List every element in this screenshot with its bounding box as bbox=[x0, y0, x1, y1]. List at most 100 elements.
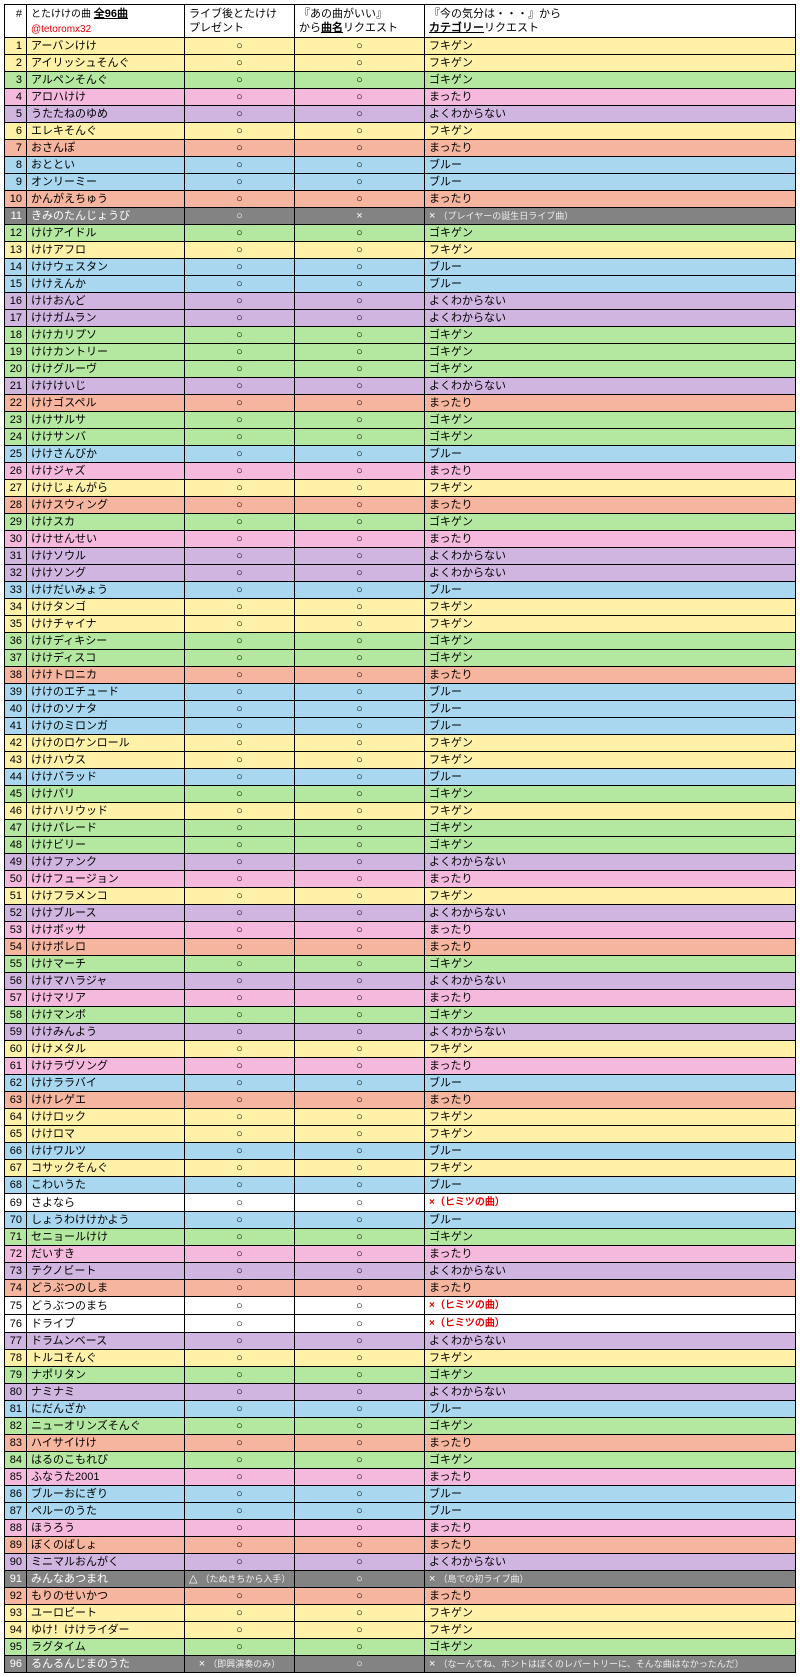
table-row: 83ハイサイけけ○○まったり bbox=[5, 1435, 796, 1452]
cell-song: けけロック bbox=[27, 1109, 185, 1126]
cell-num: 9 bbox=[5, 174, 27, 191]
cell-present: ○ bbox=[185, 1075, 295, 1092]
table-row: 79ナポリタン○○ゴキゲン bbox=[5, 1367, 796, 1384]
cell-num: 48 bbox=[5, 837, 27, 854]
cell-present: ○ bbox=[185, 752, 295, 769]
cell-category: ゴキゲン bbox=[425, 1367, 796, 1384]
cell-request: ○ bbox=[295, 1622, 425, 1639]
cell-present: ○ bbox=[185, 1177, 295, 1194]
cell-request: ○ bbox=[295, 38, 425, 55]
cell-num: 53 bbox=[5, 922, 27, 939]
header-author: @tetoromx32 bbox=[31, 24, 91, 35]
table-row: 43けけハウス○○フキゲン bbox=[5, 752, 796, 769]
cell-num: 91 bbox=[5, 1571, 27, 1588]
cell-present: ○ bbox=[185, 1622, 295, 1639]
table-row: 21けけけいじ○○よくわからない bbox=[5, 378, 796, 395]
cell-present: ○ bbox=[185, 582, 295, 599]
cell-num: 71 bbox=[5, 1229, 27, 1246]
header-req-l2b: 曲名 bbox=[321, 22, 343, 34]
cell-present: ○ bbox=[185, 616, 295, 633]
header-present: ライブ後とたけけ プレゼント bbox=[185, 5, 295, 38]
cell-song: けけビリー bbox=[27, 837, 185, 854]
cell-song: けけアイドル bbox=[27, 225, 185, 242]
cell-request: ○ bbox=[295, 667, 425, 684]
cell-num: 88 bbox=[5, 1520, 27, 1537]
cell-request: ○ bbox=[295, 769, 425, 786]
table-row: 85ふなうた2001○○まったり bbox=[5, 1469, 796, 1486]
cell-present: ○ bbox=[185, 1194, 295, 1212]
cell-song: ドラムンベース bbox=[27, 1333, 185, 1350]
cell-present: ○ bbox=[185, 973, 295, 990]
cell-request: ○ bbox=[295, 735, 425, 752]
cell-request: ○ bbox=[295, 72, 425, 89]
cell-song: けけだいみょう bbox=[27, 582, 185, 599]
cell-category: まったり bbox=[425, 922, 796, 939]
table-row: 29けけスカ○○ゴキゲン bbox=[5, 514, 796, 531]
cell-present-note: （即興演奏のみ） bbox=[208, 1659, 280, 1669]
cell-num: 16 bbox=[5, 293, 27, 310]
table-row: 72だいすき○○まったり bbox=[5, 1246, 796, 1263]
cell-category: まったり bbox=[425, 939, 796, 956]
cell-num: 70 bbox=[5, 1212, 27, 1229]
cell-category: まったり bbox=[425, 667, 796, 684]
table-row: 37けけディスコ○○ゴキゲン bbox=[5, 650, 796, 667]
cell-song: おさんぽ bbox=[27, 140, 185, 157]
cell-request: × bbox=[295, 208, 425, 225]
table-row: 91みんなあつまれ△ （たぬきちから入手）○× （島での初ライブ曲） bbox=[5, 1571, 796, 1588]
cell-present: ○ bbox=[185, 684, 295, 701]
cell-request: ○ bbox=[295, 1401, 425, 1418]
cell-request: ○ bbox=[295, 310, 425, 327]
cell-song: けけのミロンガ bbox=[27, 718, 185, 735]
cell-request: ○ bbox=[295, 514, 425, 531]
cell-present: ○ bbox=[185, 361, 295, 378]
table-row: 66けけワルツ○○ブルー bbox=[5, 1143, 796, 1160]
table-row: 16けけおんど○○よくわからない bbox=[5, 293, 796, 310]
cell-song: けけおんど bbox=[27, 293, 185, 310]
cell-song: けけマリア bbox=[27, 990, 185, 1007]
header-song-count: 全96曲 bbox=[94, 8, 128, 20]
cell-request: ○ bbox=[295, 463, 425, 480]
cell-num: 92 bbox=[5, 1588, 27, 1605]
cell-num: 60 bbox=[5, 1041, 27, 1058]
table-row: 55けけマーチ○○ゴキゲン bbox=[5, 956, 796, 973]
table-row: 89ぼくのばしょ○○まったり bbox=[5, 1537, 796, 1554]
cell-num: 8 bbox=[5, 157, 27, 174]
cell-song: ふなうた2001 bbox=[27, 1469, 185, 1486]
cell-request: ○ bbox=[295, 1503, 425, 1520]
cell-present: ○ bbox=[185, 1554, 295, 1571]
cell-song: けけチャイナ bbox=[27, 616, 185, 633]
cell-request: ○ bbox=[295, 837, 425, 854]
cell-num: 72 bbox=[5, 1246, 27, 1263]
table-row: 13けけアフロ○○フキゲン bbox=[5, 242, 796, 259]
cell-present: ○ bbox=[185, 429, 295, 446]
table-row: 26けけジャズ○○まったり bbox=[5, 463, 796, 480]
cell-present: ○ bbox=[185, 1469, 295, 1486]
cell-present: ○ bbox=[185, 327, 295, 344]
cell-song: アーバンけけ bbox=[27, 38, 185, 55]
cell-request: ○ bbox=[295, 1537, 425, 1554]
cell-category: ブルー bbox=[425, 174, 796, 191]
cell-present: ○ bbox=[185, 480, 295, 497]
cell-song: こわいうた bbox=[27, 1177, 185, 1194]
cell-song: どうぶつのまち bbox=[27, 1297, 185, 1315]
table-row: 24けけサンバ○○ゴキゲン bbox=[5, 429, 796, 446]
cell-category: フキゲン bbox=[425, 242, 796, 259]
cell-category: よくわからない bbox=[425, 1024, 796, 1041]
cell-request: ○ bbox=[295, 650, 425, 667]
cell-num: 10 bbox=[5, 191, 27, 208]
table-row: 11きみのたんじょうび○×× （プレイヤーの誕生日ライブ曲） bbox=[5, 208, 796, 225]
cell-present: ○ bbox=[185, 446, 295, 463]
table-row: 58けけマンボ○○ゴキゲン bbox=[5, 1007, 796, 1024]
cell-num: 30 bbox=[5, 531, 27, 548]
table-row: 87ペルーのうた○○ブルー bbox=[5, 1503, 796, 1520]
cell-request: ○ bbox=[295, 1041, 425, 1058]
cell-category: フキゲン bbox=[425, 123, 796, 140]
cell-request: ○ bbox=[295, 616, 425, 633]
cell-request: ○ bbox=[295, 1092, 425, 1109]
cell-category: まったり bbox=[425, 191, 796, 208]
cell-present: ○ bbox=[185, 1126, 295, 1143]
cell-num: 36 bbox=[5, 633, 27, 650]
cell-category: まったり bbox=[425, 1469, 796, 1486]
cell-song: うたたねのゆめ bbox=[27, 106, 185, 123]
cell-request: ○ bbox=[295, 582, 425, 599]
